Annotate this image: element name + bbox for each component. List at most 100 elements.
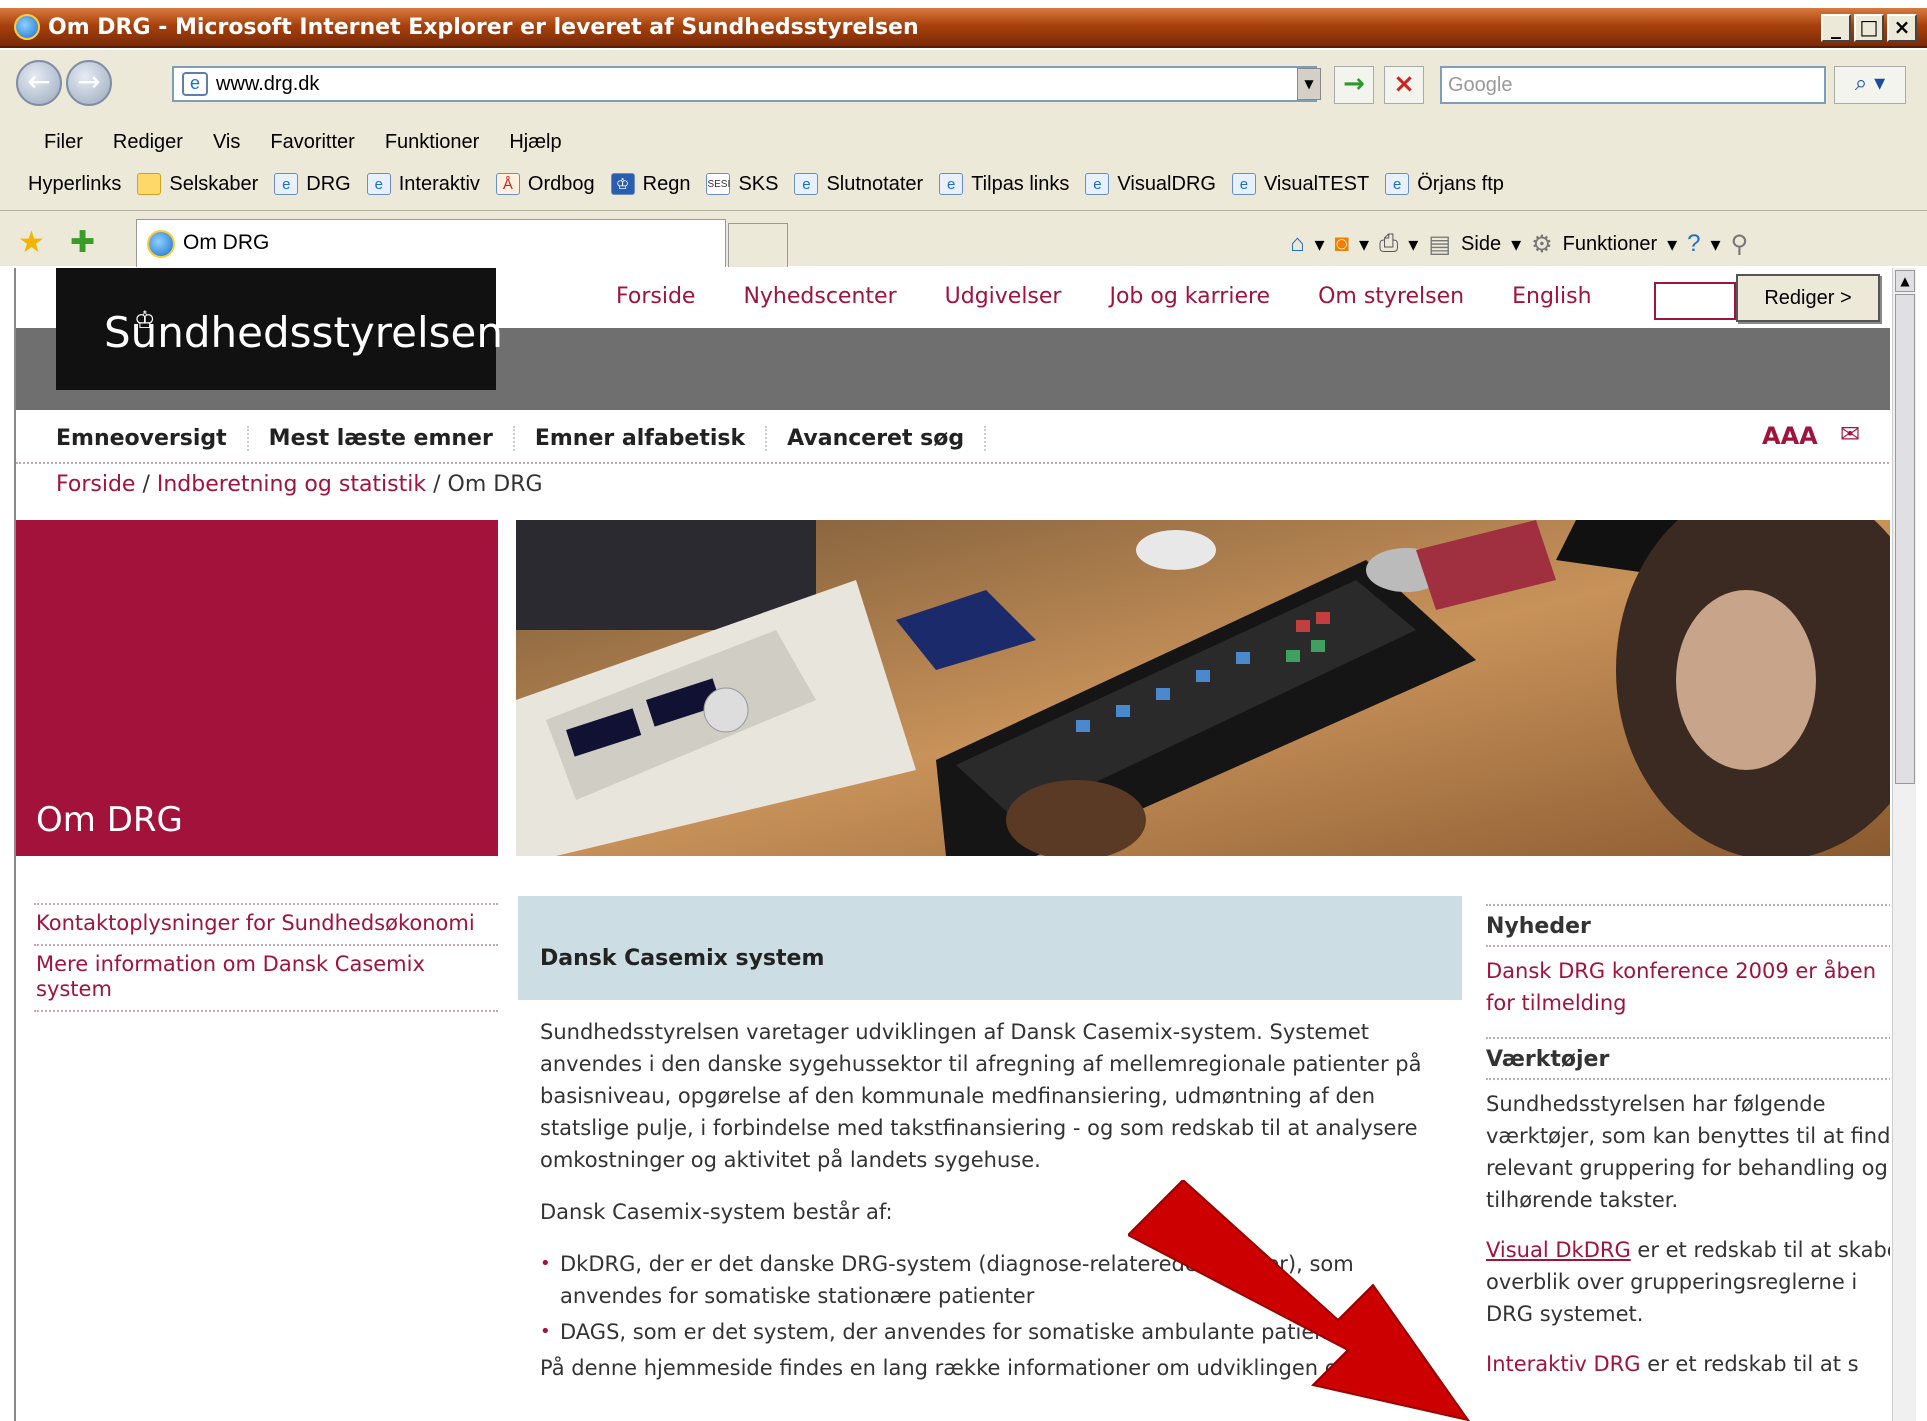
new-tab-button[interactable] — [728, 223, 788, 267]
ie-page-icon: e — [1085, 173, 1110, 195]
menu-vis[interactable]: Vis — [213, 131, 240, 154]
main-heading: Dansk Casemix system — [540, 946, 825, 971]
print-dropdown-icon[interactable]: ▾ — [1408, 232, 1418, 257]
address-bar[interactable]: e www.drg.dk — [172, 66, 1317, 102]
logo-text: Sundhedsstyrelsen — [104, 308, 503, 357]
link-ordbog[interactable]: Å Ordbog — [495, 173, 595, 196]
breadcrumb: Forside / Indberetning og statistik / Om… — [56, 472, 543, 497]
left-link-mere-information[interactable]: Mere information om Dansk Casemix system — [34, 944, 498, 1012]
menu-hjaelp[interactable]: Hjælp — [509, 131, 561, 154]
scroll-thumb[interactable] — [1895, 294, 1915, 784]
breadcrumb-indberetning[interactable]: Indberetning og statistik — [157, 472, 426, 497]
nav-udgivelser[interactable]: Udgivelser — [945, 284, 1062, 309]
maximize-button[interactable]: □ — [1854, 14, 1884, 42]
stop-button[interactable]: × — [1384, 66, 1424, 104]
rediger-button[interactable]: Rediger > — [1736, 274, 1880, 322]
ordbog-icon: Å — [495, 173, 520, 195]
search-input[interactable]: Google — [1440, 66, 1826, 104]
link-tilpas-links[interactable]: e Tilpas links — [939, 173, 1069, 196]
nav-forside[interactable]: Forside — [616, 284, 695, 309]
link-sks[interactable]: SESI SKS — [706, 173, 778, 196]
search-button[interactable]: ⌕ ▾ — [1834, 66, 1906, 104]
page-viewport: ♔ Sundhedsstyrelsen Forside Nyhedscenter… — [14, 268, 1890, 1421]
ie-page-icon: e — [1385, 173, 1410, 195]
link-interaktiv[interactable]: e Interaktiv — [366, 173, 480, 196]
link-slutnotater[interactable]: e Slutnotater — [794, 173, 923, 196]
help-dropdown-icon[interactable]: ▾ — [1711, 232, 1721, 257]
close-button[interactable]: × — [1887, 14, 1917, 42]
main-paragraph-1: Sundhedsstyrelsen varetager udviklingen … — [540, 1020, 1422, 1172]
feeds-dropdown-icon[interactable]: ▾ — [1359, 232, 1369, 257]
crown-icon: ♔ — [134, 306, 156, 334]
link-orjans-ftp[interactable]: e Örjans ftp — [1385, 173, 1504, 196]
link-visualtest[interactable]: e VisualTEST — [1231, 173, 1369, 196]
forward-button[interactable]: → — [66, 60, 112, 106]
link-selskaber[interactable]: Selskaber — [137, 173, 258, 196]
home-icon[interactable]: ⌂ — [1290, 230, 1305, 258]
funktioner-dropdown-icon[interactable]: ▾ — [1667, 232, 1677, 257]
minimize-button[interactable]: _ — [1821, 14, 1851, 42]
link-regn[interactable]: ♔ Regn — [610, 173, 690, 196]
home-dropdown-icon[interactable]: ▾ — [1315, 232, 1325, 257]
subnav-emneoversigt[interactable]: Emneoversigt — [56, 426, 249, 451]
interaktiv-drg-link[interactable]: Interaktiv DRG — [1486, 1352, 1641, 1376]
ie-page-icon: e — [794, 173, 819, 195]
left-link-list: Kontaktoplysninger for Sundhedsøkonomi M… — [34, 903, 498, 1012]
text-size-control[interactable]: AAA — [1762, 422, 1818, 450]
go-button[interactable]: → — [1334, 66, 1374, 104]
red-arrow-annotation — [1128, 1180, 1470, 1421]
main-heading-box: Dansk Casemix system — [518, 896, 1462, 1000]
print-icon[interactable]: ⎙ — [1379, 230, 1398, 258]
menu-favoritter[interactable]: Favoritter — [270, 131, 354, 154]
address-dropdown-button[interactable]: ▼ — [1297, 68, 1321, 100]
nav-om-styrelsen[interactable]: Om styrelsen — [1318, 284, 1464, 309]
subnav-avanceret-sog[interactable]: Avanceret søg — [767, 426, 987, 451]
subnav-mest-laeste[interactable]: Mest læste emner — [249, 426, 515, 451]
address-url: www.drg.dk — [216, 73, 320, 95]
menu-rediger[interactable]: Rediger — [113, 131, 183, 154]
side-menu[interactable]: Side — [1461, 233, 1501, 256]
help-icon[interactable]: ? — [1687, 230, 1700, 258]
ie-page-icon: e — [274, 173, 299, 195]
menu-bar: Filer Rediger Vis Favoritter Funktioner … — [0, 122, 1927, 162]
side-dropdown-icon[interactable]: ▾ — [1511, 232, 1521, 257]
feeds-icon[interactable]: ◙ — [1335, 230, 1350, 258]
ie-page-icon: e — [366, 173, 391, 195]
site-search-input[interactable] — [1654, 282, 1736, 320]
site-logo[interactable]: ♔ Sundhedsstyrelsen — [56, 268, 503, 390]
visual-dkdrg-link[interactable]: Visual DkDRG — [1486, 1238, 1631, 1262]
nav-english[interactable]: English — [1512, 284, 1591, 309]
add-favorite-icon[interactable]: ✚ — [70, 225, 95, 260]
funktioner-menu[interactable]: Funktioner — [1563, 233, 1658, 256]
visual-dkdrg-paragraph: Visual DkDRG er et redskab til at skabe … — [1486, 1238, 1890, 1326]
link-drg[interactable]: e DRG — [274, 173, 351, 196]
tab-om-drg[interactable]: Om DRG — [136, 219, 726, 267]
tools-heading: Værktøjer — [1486, 1037, 1890, 1080]
top-navigation: Forside Nyhedscenter Udgivelser Job og k… — [616, 284, 1592, 309]
window-titlebar: Om DRG - Microsoft Internet Explorer er … — [0, 8, 1927, 48]
research-icon[interactable]: ⚲ — [1731, 230, 1749, 259]
breadcrumb-forside[interactable]: Forside — [56, 472, 135, 497]
browser-chrome: ← → e www.drg.dk ▼ → × Google ⌕ ▾ Filer … — [0, 50, 1927, 267]
menu-funktioner[interactable]: Funktioner — [385, 131, 480, 154]
subnav-emner-alfabetisk[interactable]: Emner alfabetisk — [515, 426, 768, 451]
links-label: Hyperlinks — [28, 172, 122, 195]
links-bar: Hyperlinks Selskaber e DRG e Interaktiv ÅO… — [0, 162, 1927, 206]
mail-icon[interactable]: ✉ — [1840, 420, 1860, 448]
favorites-star-icon[interactable]: ★ — [18, 225, 45, 260]
left-link-kontaktoplysninger[interactable]: Kontaktoplysninger for Sundhedsøkonomi — [34, 903, 498, 944]
page-menu-icon: ▤ — [1428, 230, 1452, 258]
news-item-link[interactable]: Dansk DRG konference 2009 er åben for ti… — [1486, 955, 1890, 1019]
ie-tab-icon — [147, 230, 175, 258]
nav-job-og-karriere[interactable]: Job og karriere — [1109, 284, 1270, 309]
scroll-up-arrow-icon[interactable]: ▲ — [1895, 270, 1915, 292]
ie-page-icon: e — [1231, 173, 1256, 195]
hero-image — [516, 520, 1890, 856]
back-button[interactable]: ← — [16, 60, 62, 106]
link-visualdrg[interactable]: e VisualDRG — [1085, 173, 1216, 196]
ie-icon — [14, 14, 40, 40]
nav-nyhedscenter[interactable]: Nyhedscenter — [743, 284, 896, 309]
vertical-scrollbar[interactable]: ▲ — [1892, 268, 1916, 1421]
subnav-divider — [16, 462, 1890, 464]
menu-filer[interactable]: Filer — [44, 131, 83, 154]
